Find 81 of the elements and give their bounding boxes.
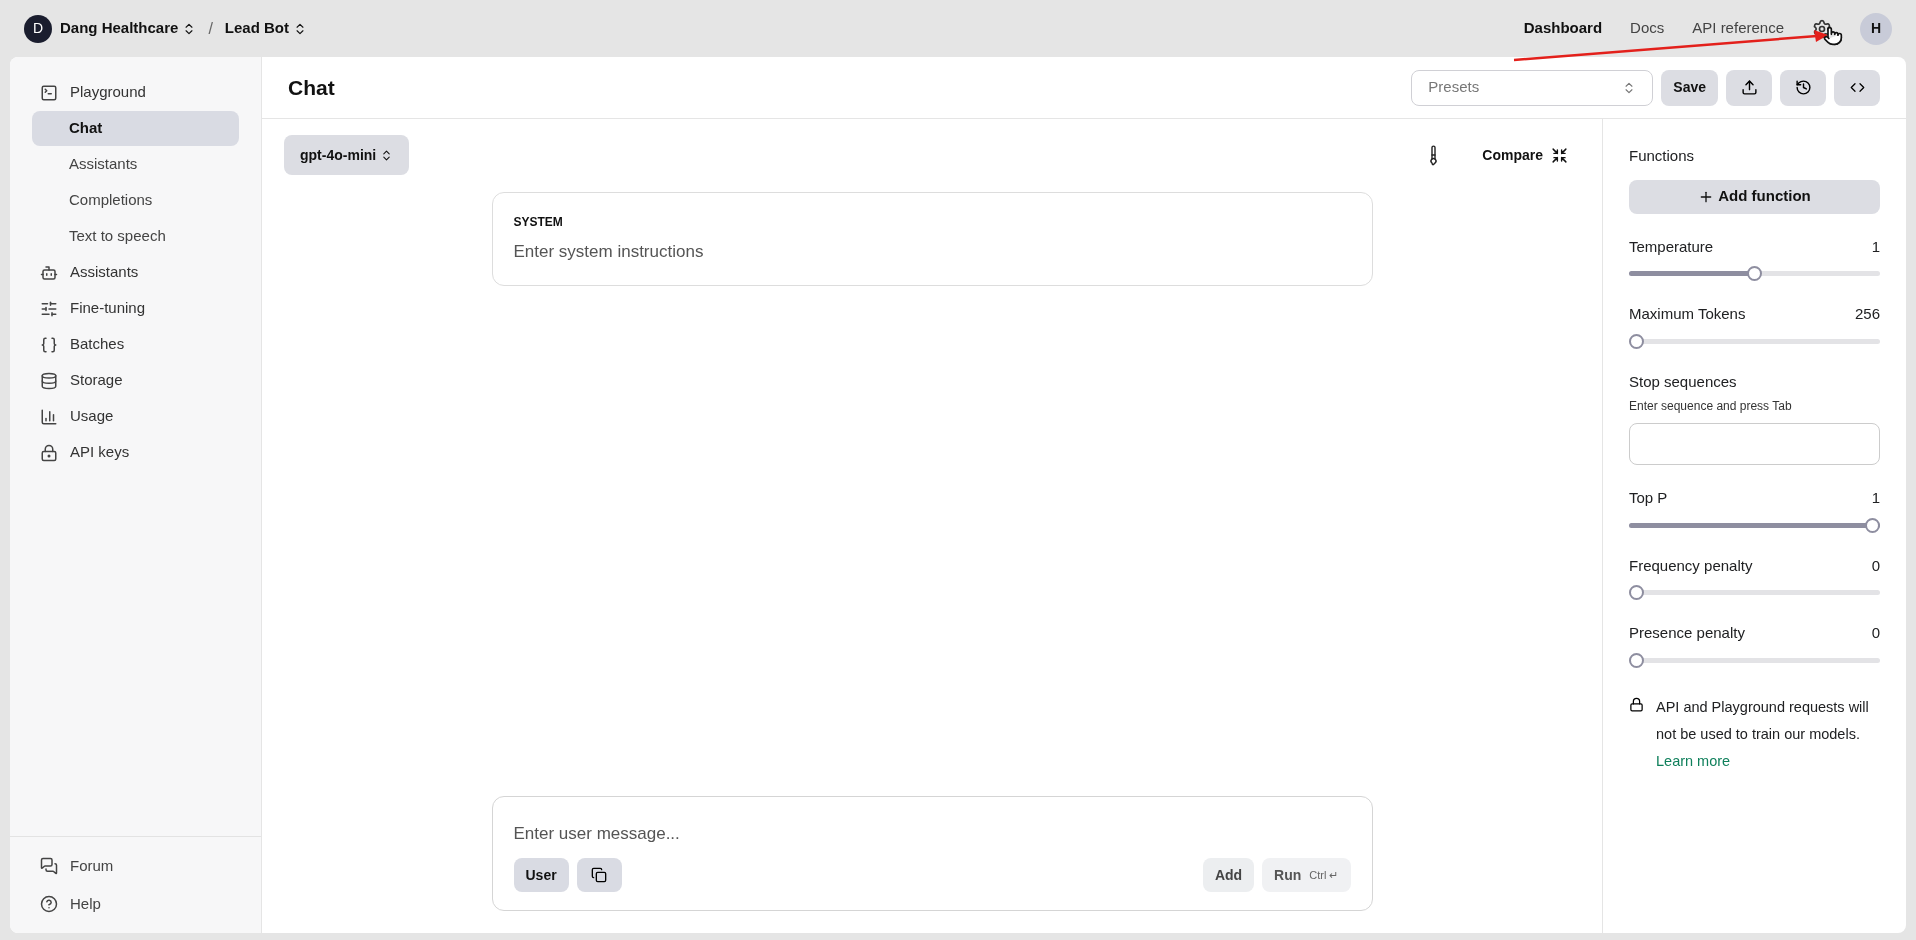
functions-label: Functions: [1629, 146, 1696, 166]
message-input[interactable]: Enter user message...: [513, 820, 1351, 846]
sidebar-item[interactable]: Usage: [32, 399, 239, 434]
history-button[interactable]: [1780, 69, 1826, 106]
shortcut-hint: Ctrl ↵: [1309, 867, 1339, 883]
slider[interactable]: [1629, 266, 1880, 281]
slider-value: 1: [1871, 488, 1880, 508]
code-icon: [1849, 80, 1865, 95]
slider[interactable]: [1629, 652, 1880, 668]
sidebar-icon: [40, 443, 58, 462]
slider[interactable]: [1629, 585, 1880, 600]
org-avatar[interactable]: D: [24, 14, 52, 43]
system-card[interactable]: SYSTEM Enter system instructions: [491, 192, 1373, 286]
learn-more-link[interactable]: Learn more: [1656, 747, 1880, 775]
sidebar-icon: [40, 371, 58, 390]
sidebar-icon: [40, 299, 58, 318]
sidebar-item[interactable]: Fine-tuning: [32, 291, 239, 326]
sidebar-footer-link[interactable]: Forum: [32, 849, 239, 883]
sidebar-icon: [40, 335, 58, 354]
nav-link[interactable]: Docs: [1630, 17, 1665, 40]
sidebar-item[interactable]: Playground: [32, 75, 239, 110]
system-placeholder: Enter system instructions: [513, 241, 705, 263]
sidebar-icon: [40, 895, 58, 913]
presets-select[interactable]: Presets: [1411, 69, 1654, 106]
sidebar-icon: [40, 263, 58, 282]
hand-cursor-icon: [1823, 26, 1843, 46]
run-button[interactable]: Run Ctrl ↵: [1262, 858, 1351, 892]
history-icon: [1794, 79, 1812, 96]
slider-value: 0: [1871, 555, 1880, 576]
page-title: Chat: [288, 74, 335, 101]
system-label: SYSTEM: [513, 214, 564, 231]
sidebar-item[interactable]: API keys: [32, 435, 239, 470]
arrows-icon: [1551, 146, 1568, 164]
code-button[interactable]: [1834, 69, 1880, 106]
sidebar-footer-link[interactable]: Help: [32, 887, 239, 921]
slider[interactable]: [1629, 333, 1880, 349]
model-select[interactable]: gpt-4o-mini: [284, 135, 410, 175]
user-avatar[interactable]: H: [1860, 12, 1892, 45]
slider-label: Top P: [1629, 488, 1668, 508]
sidebar-icon: [40, 857, 58, 875]
copy-icon: [591, 867, 608, 883]
project-switcher[interactable]: Lead Bot: [224, 17, 307, 40]
slider-thumb[interactable]: [1629, 333, 1644, 349]
sidebar-icon: [40, 407, 58, 426]
org-switcher[interactable]: Dang Healthcare: [60, 17, 197, 40]
sidebar-item[interactable]: Batches: [32, 327, 239, 362]
role-button[interactable]: User: [513, 858, 569, 892]
slider-value: 1: [1871, 236, 1880, 257]
slider-value: 0: [1871, 623, 1880, 643]
stop-sequences-input[interactable]: [1629, 423, 1880, 465]
slider-thumb[interactable]: [1629, 585, 1644, 600]
slider-value: 256: [1854, 304, 1880, 324]
slider[interactable]: [1629, 517, 1880, 533]
sidebar-subitem[interactable]: Text to speech: [32, 219, 239, 254]
upload-icon: [1740, 79, 1758, 96]
slider-label: Maximum Tokens: [1629, 304, 1746, 324]
slider-thumb[interactable]: [1865, 517, 1880, 533]
sidebar-item[interactable]: Assistants: [32, 255, 239, 290]
stop-sequences-hint: Enter sequence and press Tab: [1629, 398, 1793, 415]
slider-label: Temperature: [1629, 236, 1714, 257]
slider-thumb[interactable]: [1629, 652, 1644, 668]
nav-link[interactable]: API reference: [1692, 17, 1784, 40]
add-button[interactable]: Add: [1202, 858, 1255, 892]
nav-link[interactable]: Dashboard: [1523, 17, 1603, 40]
slider-label: Presence penalty: [1629, 623, 1745, 643]
breadcrumb-separator: /: [208, 18, 213, 39]
slider-label: Frequency penalty: [1629, 555, 1753, 576]
sidebar-subitem[interactable]: Completions: [32, 183, 239, 218]
save-button[interactable]: Save: [1661, 69, 1718, 106]
stop-sequences-label: Stop sequences: [1629, 371, 1738, 392]
sidebar-subitem[interactable]: Assistants: [32, 147, 239, 182]
sidebar-subitem[interactable]: Chat: [32, 111, 239, 146]
sidebar-icon: [40, 83, 58, 102]
copy-button[interactable]: [576, 858, 622, 892]
lock-icon: [1629, 696, 1644, 712]
share-button[interactable]: [1726, 69, 1772, 106]
add-function-button[interactable]: Add function: [1629, 179, 1880, 214]
sidebar-item[interactable]: Storage: [32, 363, 239, 398]
slider-thumb[interactable]: [1747, 266, 1762, 281]
privacy-notice: API and Playground requests will not be used to train our models.: [1656, 697, 1870, 744]
compare-button[interactable]: Compare: [1482, 144, 1568, 166]
